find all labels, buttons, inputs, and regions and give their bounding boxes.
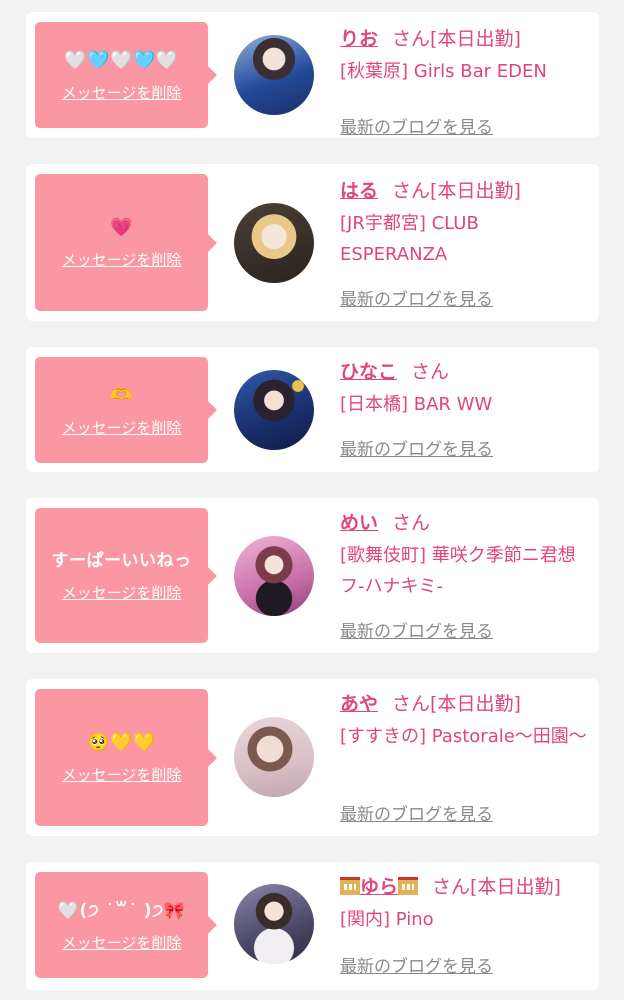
cast-name-link[interactable]: ひなこ xyxy=(340,361,397,383)
message-card: 🤍🩵🤍🩵🤍 メッセージを削除 りお さん[本日出勤] [秋葉原] Girls Ba… xyxy=(26,12,599,138)
honorific: さん xyxy=(392,180,431,202)
shop-name: [秋葉原] Girls Bar EDEN xyxy=(340,61,547,82)
cast-name-link[interactable]: ゆら xyxy=(360,876,398,898)
message-card: 🥺💛💛 メッセージを削除 あや さん[本日出勤] [すすきの] Pastorale… xyxy=(26,679,599,836)
message-card: 🤍(੭ ˙꒳˙ )੭🎀 メッセージを削除 ゆら さん[本日出勤] [関内] Pin… xyxy=(26,862,599,990)
message-bubble: 🥺💛💛 メッセージを削除 xyxy=(35,689,217,826)
message-bubble: 🤍(੭ ˙꒳˙ )੭🎀 メッセージを削除 xyxy=(35,872,217,978)
avatar[interactable] xyxy=(234,35,314,115)
latest-blog-link[interactable]: 最新のブログを見る xyxy=(340,800,493,825)
message-bubble: 💗 メッセージを削除 xyxy=(35,174,217,311)
honorific: さん xyxy=(411,361,450,383)
delete-message-link[interactable]: メッセージを削除 xyxy=(62,417,182,438)
message-bubble: 🫶 メッセージを削除 xyxy=(35,357,217,463)
message-bubble: すーぱーいいねっ メッセージを削除 xyxy=(35,508,217,643)
shop-name: [日本橋] BAR WW xyxy=(340,394,493,415)
cast-info: あや さん[本日出勤] [すすきの] Pastorale〜田園〜 最新のブログを見… xyxy=(340,689,590,836)
message-card: すーぱーいいねっ メッセージを削除 めい さん [歌舞伎町] 華咲ク季節ニ君想フ-… xyxy=(26,498,599,653)
latest-blog-link[interactable]: 最新のブログを見る xyxy=(340,435,493,460)
message-text: 🥺💛💛 xyxy=(87,732,156,753)
shop-name: [歌舞伎町] 華咲ク季節ニ君想フ-ハナキミ- xyxy=(340,545,576,597)
cast-info: りお さん[本日出勤] [秋葉原] Girls Bar EDEN 最新のブログを見… xyxy=(340,24,590,138)
latest-blog-link[interactable]: 最新のブログを見る xyxy=(340,113,493,138)
cast-info: ひなこ さん [日本橋] BAR WW 最新のブログを見る xyxy=(340,357,590,472)
avatar[interactable] xyxy=(234,717,314,797)
cast-info: めい さん [歌舞伎町] 華咲ク季節ニ君想フ-ハナキミ- 最新のブログを見る xyxy=(340,508,590,653)
latest-blog-link[interactable]: 最新のブログを見る xyxy=(340,617,493,642)
avatar[interactable] xyxy=(234,370,314,450)
message-bubble: 🤍🩵🤍🩵🤍 メッセージを削除 xyxy=(35,22,217,128)
honorific: さん xyxy=(392,512,431,534)
building-icon xyxy=(398,877,419,895)
shop-name: [JR宇都宮] CLUB ESPERANZA xyxy=(340,213,479,265)
delete-message-link[interactable]: メッセージを削除 xyxy=(62,932,182,953)
cast-name-link[interactable]: めい xyxy=(340,512,378,534)
avatar[interactable] xyxy=(234,203,314,283)
cast-info: ゆら さん[本日出勤] [関内] Pino 最新のブログを見る xyxy=(340,872,590,990)
delete-message-link[interactable]: メッセージを削除 xyxy=(62,249,182,270)
cast-name-link[interactable]: はる xyxy=(340,180,378,202)
status-badge: [本日出勤] xyxy=(430,693,521,715)
message-text: 🫶 xyxy=(110,384,133,406)
shop-name: [関内] Pino xyxy=(340,909,434,930)
message-text: 🤍(੭ ˙꒳˙ )੭🎀 xyxy=(57,900,186,921)
message-card: 🫶 メッセージを削除 ひなこ さん [日本橋] BAR WW 最新のブログを見る xyxy=(26,347,599,472)
delete-message-link[interactable]: メッセージを削除 xyxy=(62,82,182,103)
honorific: さん xyxy=(392,28,431,50)
building-icon xyxy=(340,877,360,895)
cast-info: はる さん[本日出勤] [JR宇都宮] CLUB ESPERANZA 最新のブログ… xyxy=(340,176,590,321)
avatar[interactable] xyxy=(234,884,314,964)
cast-name-link[interactable]: りお xyxy=(340,28,378,50)
avatar[interactable] xyxy=(234,536,314,616)
status-badge: [本日出勤] xyxy=(430,180,521,202)
message-text: すーぱーいいねっ xyxy=(51,551,192,571)
honorific: さん xyxy=(392,693,431,715)
cast-name-link[interactable]: あや xyxy=(340,693,378,715)
shop-name: [すすきの] Pastorale〜田園〜 xyxy=(340,726,587,747)
delete-message-link[interactable]: メッセージを削除 xyxy=(62,764,182,785)
honorific: さん xyxy=(432,876,471,898)
delete-message-link[interactable]: メッセージを削除 xyxy=(62,582,182,603)
message-text: 🤍🩵🤍🩵🤍 xyxy=(64,49,179,71)
status-badge: [本日出勤] xyxy=(470,876,561,898)
message-text: 💗 xyxy=(110,217,133,238)
latest-blog-link[interactable]: 最新のブログを見る xyxy=(340,285,493,310)
latest-blog-link[interactable]: 最新のブログを見る xyxy=(340,952,493,977)
status-badge: [本日出勤] xyxy=(430,28,521,50)
message-card: 💗 メッセージを削除 はる さん[本日出勤] [JR宇都宮] CLUB ESPER… xyxy=(26,164,599,321)
